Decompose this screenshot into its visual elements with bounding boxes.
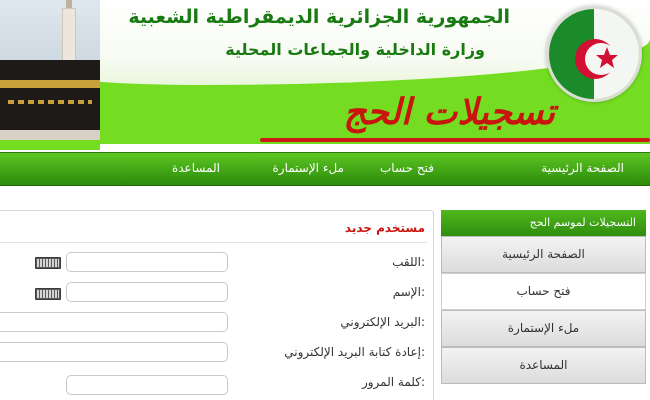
header-republic-name: الجمهورية الجزائرية الديمقراطية الشعبية: [128, 6, 510, 28]
keyboard-icon[interactable]: [35, 288, 61, 300]
header-white-swoosh: [100, 144, 650, 150]
title-input[interactable]: [66, 252, 228, 272]
header-ministry-name: وزارة الداخلية والجماعات المحلية: [225, 40, 485, 59]
name-input[interactable]: [66, 282, 228, 302]
algeria-flag-icon: [546, 6, 642, 102]
sidebar-item-open-account[interactable]: فتح حساب: [441, 273, 646, 310]
form-divider: [0, 242, 427, 243]
password-input[interactable]: [66, 375, 228, 395]
email-confirm-input[interactable]: [0, 342, 228, 362]
kaaba-image: [0, 0, 100, 140]
label-name: الإسم:: [392, 285, 425, 299]
page-title: تسجيلات الحج: [343, 92, 555, 133]
nav-home[interactable]: الصفحة الرئيسية: [541, 161, 624, 175]
form-title: مستخدم جديد: [344, 221, 425, 235]
keyboard-icon[interactable]: [35, 257, 61, 269]
label-email: البريد الإلكتروني:: [340, 315, 425, 329]
sidebar-item-home[interactable]: الصفحة الرئيسية: [441, 236, 646, 273]
nav-open-account[interactable]: فتح حساب: [380, 161, 434, 175]
new-user-form: مستخدم جديد اللقب: الإسم: البريد الإلكتر…: [0, 210, 434, 400]
label-email-confirm: إعادة كتابة البريد الإلكتروني:: [284, 345, 425, 359]
main-nav: الصفحة الرئيسية فتح حساب ملء الإستمارة ا…: [0, 152, 650, 186]
nav-help[interactable]: المساعدة: [172, 161, 220, 175]
sidebar-item-fill-form[interactable]: ملء الإستمارة: [441, 310, 646, 347]
nav-fill-form[interactable]: ملء الإستمارة: [272, 161, 344, 175]
header-banner: الجمهورية الجزائرية الديمقراطية الشعبية …: [0, 0, 650, 150]
page: الجمهورية الجزائرية الديمقراطية الشعبية …: [0, 0, 650, 400]
sidebar-item-help[interactable]: المساعدة: [441, 347, 646, 384]
sidebar-header: التسجيلات لموسم الحج: [441, 210, 646, 236]
header-red-swoosh: [260, 138, 650, 142]
label-password: كلمة المرور:: [361, 375, 425, 389]
sidebar: التسجيلات لموسم الحج الصفحة الرئيسية فتح…: [441, 210, 646, 400]
crescent-star-icon: [575, 39, 618, 79]
label-title: اللقب:: [392, 255, 425, 269]
email-input[interactable]: [0, 312, 228, 332]
